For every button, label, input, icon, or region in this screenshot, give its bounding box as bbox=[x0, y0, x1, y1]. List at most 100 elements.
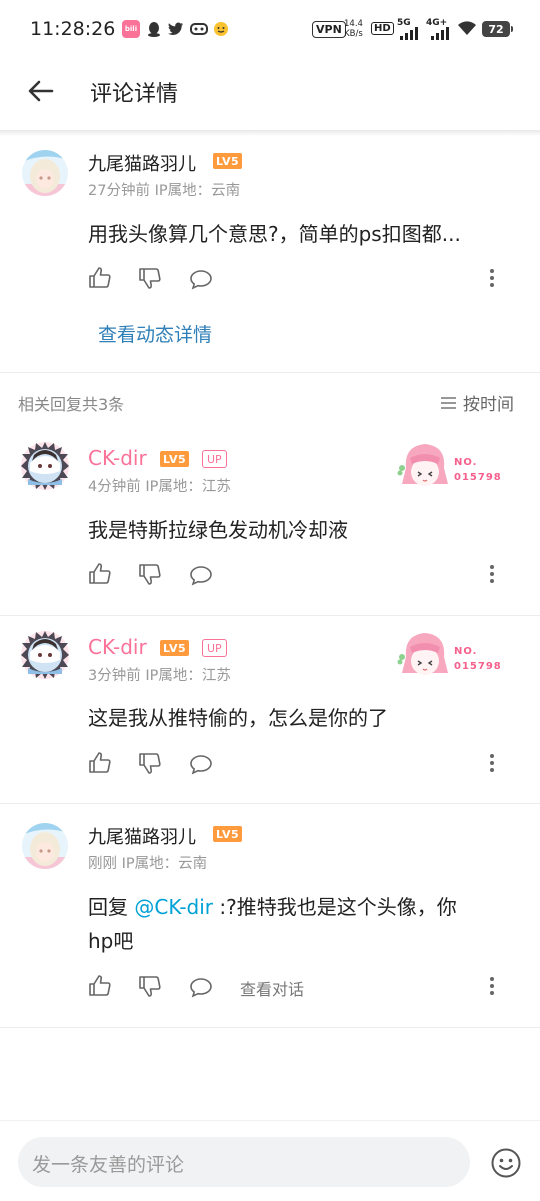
battery-icon: 72 bbox=[482, 21, 513, 37]
up-author-badge: UP bbox=[202, 450, 227, 468]
comment-meta: 4分钟前 IP属地：江苏 bbox=[88, 475, 231, 496]
comment-content: 用我头像算几个意思?，简单的ps扣图都... bbox=[88, 222, 461, 246]
dislike-button[interactable] bbox=[138, 751, 162, 779]
wifi-icon bbox=[458, 21, 476, 35]
comment-username[interactable]: CK-dir bbox=[88, 635, 147, 659]
network-speed: 14.4 KB/s bbox=[344, 19, 363, 39]
avatar[interactable] bbox=[20, 630, 70, 680]
fan-badge-number: 015798 bbox=[454, 661, 502, 672]
like-button[interactable] bbox=[88, 266, 112, 294]
dislike-button[interactable] bbox=[138, 562, 162, 590]
bilibili-app-icon: bili bbox=[122, 20, 140, 38]
view-post-detail-link[interactable]: 查看动态详情 bbox=[98, 320, 212, 347]
level-badge: LV5 bbox=[213, 826, 243, 842]
fan-badge[interactable]: NO. 015798 bbox=[396, 627, 506, 687]
comment-bubble-icon bbox=[190, 978, 212, 998]
signal-strength-1-icon bbox=[400, 24, 418, 40]
fan-badge[interactable]: NO. 015798 bbox=[396, 438, 506, 498]
fan-badge-no-label: NO. bbox=[454, 457, 478, 468]
like-button[interactable] bbox=[88, 751, 112, 779]
comment-content-line: hp吧 bbox=[88, 929, 134, 953]
comment-time: 刚刚 bbox=[88, 856, 117, 872]
hd-call-icon: HD bbox=[371, 22, 394, 35]
comment-input-placeholder[interactable]: 发一条友善的评论 bbox=[32, 1150, 184, 1177]
fan-badge-no-label: NO. bbox=[454, 646, 478, 657]
comment-time: 3分钟前 bbox=[88, 668, 141, 684]
comment-content: 我是特斯拉绿色发动机冷却液 bbox=[88, 518, 348, 542]
reply-button[interactable] bbox=[189, 975, 213, 1003]
more-options-icon[interactable] bbox=[489, 753, 495, 773]
up-author-badge: UP bbox=[202, 639, 227, 657]
thumb-down-icon bbox=[139, 268, 161, 289]
thumb-up-icon bbox=[89, 267, 111, 288]
thumb-down-icon bbox=[139, 753, 161, 774]
more-options-icon[interactable] bbox=[489, 268, 495, 288]
reply-divider bbox=[0, 1027, 540, 1028]
comment-content: 这是我从推特偷的，怎么是你的了 bbox=[88, 706, 388, 730]
comment-location: IP属地：云南 bbox=[121, 856, 208, 872]
more-options-icon[interactable] bbox=[489, 564, 495, 584]
dislike-button[interactable] bbox=[138, 974, 162, 1002]
comment-bubble-icon bbox=[190, 566, 212, 586]
comment-bubble-icon bbox=[190, 270, 212, 290]
level-badge: LV5 bbox=[213, 153, 243, 169]
comment-bubble-icon bbox=[190, 755, 212, 775]
fan-badge-character-icon bbox=[397, 633, 448, 675]
thumb-up-icon bbox=[89, 975, 111, 996]
vpn-indicator: VPN bbox=[312, 21, 346, 38]
reply-divider bbox=[0, 803, 540, 804]
reply-divider bbox=[0, 615, 540, 616]
back-arrow-icon[interactable] bbox=[26, 76, 56, 106]
reply-button[interactable] bbox=[189, 752, 213, 780]
comment-location: IP属地：江苏 bbox=[145, 479, 231, 495]
net-speed-unit: KB/s bbox=[344, 29, 363, 39]
reply-button[interactable] bbox=[189, 267, 213, 295]
comment-location: IP属地：江苏 bbox=[145, 668, 231, 684]
avatar[interactable] bbox=[20, 441, 70, 491]
replies-count-label: 相关回复共3条 bbox=[18, 395, 125, 414]
comment-meta: 27分钟前 IP属地：云南 bbox=[88, 179, 240, 200]
comment-username[interactable]: CK-dir bbox=[88, 446, 147, 470]
view-conversation-link[interactable]: 查看对话 bbox=[240, 976, 304, 1000]
reply-button[interactable] bbox=[189, 563, 213, 591]
thumb-up-icon bbox=[89, 563, 111, 584]
fan-badge-number: 015798 bbox=[454, 472, 502, 483]
twitter-bird-icon bbox=[168, 20, 184, 38]
mention-link[interactable]: @CK-dir bbox=[134, 895, 213, 919]
comment-text: :?推特我也是这个头像，你 bbox=[213, 895, 457, 919]
like-button[interactable] bbox=[88, 974, 112, 1002]
comment-location: IP属地：云南 bbox=[154, 183, 241, 199]
net-speed-value: 14.4 bbox=[344, 19, 363, 29]
avatar[interactable] bbox=[22, 150, 68, 196]
dislike-button[interactable] bbox=[138, 266, 162, 294]
sort-label: 按时间 bbox=[463, 395, 514, 415]
comment-meta: 刚刚 IP属地：云南 bbox=[88, 852, 207, 873]
app-notification-icon bbox=[190, 20, 208, 38]
qq-penguin-icon bbox=[146, 20, 162, 38]
thumb-down-icon bbox=[139, 976, 161, 997]
comment-time: 27分钟前 bbox=[88, 183, 150, 199]
comment-content: 回复 @CK-dir :?推特我也是这个头像，你 hp吧 bbox=[88, 890, 518, 958]
face-app-icon bbox=[213, 20, 229, 38]
thumb-down-icon bbox=[139, 564, 161, 585]
status-time: 11:28:26 bbox=[30, 18, 116, 40]
comment-meta: 3分钟前 IP属地：江苏 bbox=[88, 664, 231, 685]
comment-username[interactable]: 九尾猫路羽儿 bbox=[88, 150, 196, 176]
thumb-up-icon bbox=[89, 752, 111, 773]
status-bar: 11:28:26 bili VPN 14.4 KB/s HD 5G 4G+ 72 bbox=[0, 0, 540, 60]
comment-username[interactable]: 九尾猫路羽儿 bbox=[88, 823, 196, 849]
emoji-icon[interactable] bbox=[490, 1147, 522, 1179]
like-button[interactable] bbox=[88, 562, 112, 590]
signal-strength-2-icon bbox=[431, 24, 449, 40]
avatar[interactable] bbox=[22, 823, 68, 869]
reply-prefix: 回复 bbox=[88, 895, 135, 919]
comment-content-line: 回复 @CK-dir :?推特我也是这个头像，你 bbox=[88, 890, 518, 924]
page-title: 评论详情 bbox=[90, 82, 179, 107]
section-divider bbox=[0, 372, 540, 373]
sort-by-time-button[interactable]: 按时间 bbox=[440, 390, 514, 415]
more-options-icon[interactable] bbox=[489, 976, 495, 996]
fan-badge-character-icon bbox=[397, 444, 448, 486]
sort-list-icon bbox=[441, 396, 456, 409]
header-divider bbox=[0, 130, 540, 136]
level-badge: LV5 bbox=[160, 451, 190, 467]
